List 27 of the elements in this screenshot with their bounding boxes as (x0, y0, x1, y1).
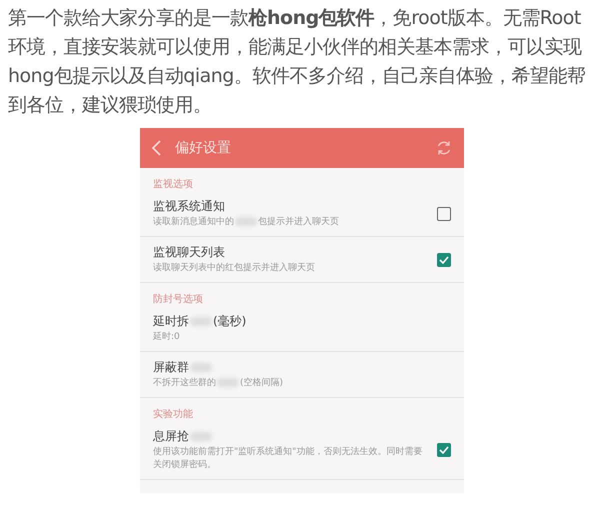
checkbox[interactable] (437, 206, 451, 220)
checkbox[interactable] (437, 252, 451, 266)
blurred-smudge (190, 317, 212, 326)
screen-title: 偏好设置 (175, 138, 232, 158)
settings-row[interactable]: 屏蔽群 不拆开这些群的 (空格间隔) (140, 352, 464, 398)
settings-row[interactable]: 延时拆 (毫秒) 延时:0 (140, 306, 464, 352)
blurred-smudge (235, 217, 257, 226)
blurred-smudge (217, 378, 239, 388)
setting-description: 延时:0 (153, 331, 180, 344)
setting-title: 息屏抢 (153, 428, 213, 445)
setting-title: 屏蔽群 (153, 359, 213, 376)
setting-description: 读取聊天列表中的红包提示并进入聊天页 (153, 262, 315, 275)
section-heading: 防封号选项 (153, 294, 203, 305)
setting-description: 使用该功能前需打开"监听系统通知"功能，否则无法生效。同时需要关闭锁屏密码。 (153, 446, 424, 472)
section-heading: 监视选项 (153, 179, 193, 190)
setting-title: 监视系统通知 (153, 198, 225, 215)
settings-row[interactable]: 监视系统通知 读取新消息通知中的 包提示并进入聊天页 (140, 191, 464, 237)
article-paragraph: 第一个款给大家分享的是一款枪hong包软件，免root版本。无需Root环境，直接安装就可以使用，能满足小伙伴的相关基本需求，可以实现hong包提示以及自动qiang。软件不多介绍，自己亲自体验，希望能帮到各位，建议猥琐使用。 (7, 6, 586, 118)
settings-row[interactable]: 监视聊天列表 读取聊天列表中的红包提示并进入聊天页 (140, 237, 464, 283)
setting-description: 读取新消息通知中的 包提示并进入聊天页 (153, 216, 339, 229)
setting-title: 监视聊天列表 (153, 244, 225, 261)
checkbox[interactable] (437, 443, 451, 457)
back-icon[interactable] (152, 140, 161, 156)
setting-description: 不拆开这些群的 (空格间隔) (153, 377, 284, 390)
settings-row[interactable]: 息屏抢 使用该功能前需打开"监听系统通知"功能，否则无法生效。同时需要关闭锁屏密码。 (140, 421, 464, 480)
section-heading: 实验功能 (153, 409, 193, 420)
setting-title: 延时拆 (毫秒) (153, 313, 246, 330)
